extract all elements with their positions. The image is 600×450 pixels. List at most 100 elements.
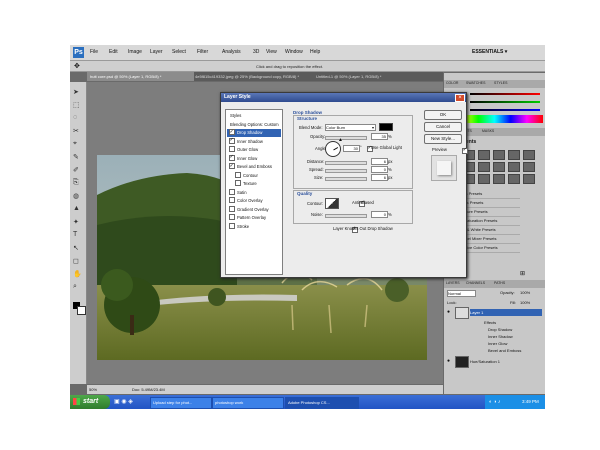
adjustment-1-5-icon[interactable]: [523, 162, 535, 172]
tool-15-icon[interactable]: ⌕: [73, 283, 77, 291]
red-slider[interactable]: [470, 93, 540, 95]
spread-slider[interactable]: [325, 169, 367, 173]
adjustment-0-4-icon[interactable]: [508, 150, 520, 160]
taskbar-item[interactable]: photoshop work: [212, 397, 284, 409]
size-input[interactable]: 6: [371, 174, 388, 181]
quick-launch-icons[interactable]: ▣ ◉ ◈: [114, 398, 133, 405]
panel-footer-icon[interactable]: ⊞: [520, 270, 525, 277]
style-checkbox[interactable]: [229, 214, 235, 221]
green-slider[interactable]: [470, 101, 540, 103]
distance-slider[interactable]: [325, 161, 367, 165]
adjustment-2-2-icon[interactable]: [478, 174, 490, 184]
angle-dial[interactable]: [325, 141, 341, 157]
tool-6-icon[interactable]: ✐: [73, 166, 79, 174]
style-item-styles[interactable]: Styles: [227, 112, 284, 120]
style-item-blending-options-custom[interactable]: Blending Options: Custom: [227, 121, 284, 129]
start-button[interactable]: start: [70, 395, 110, 409]
tool-12-icon[interactable]: ↖: [73, 244, 79, 252]
taskbar-item[interactable]: Adobe Photoshop CS...: [285, 397, 359, 409]
workspace-switcher[interactable]: ESSENTIALS ▾: [472, 49, 507, 55]
document-info[interactable]: Doc: 5.49M/23.4M: [132, 387, 165, 392]
move-tool-icon[interactable]: ✥: [74, 62, 80, 70]
layer-effect-item[interactable]: Drop Shadow: [488, 326, 542, 333]
style-checkbox[interactable]: [229, 162, 235, 170]
tool-9-icon[interactable]: ▲: [73, 205, 80, 212]
style-checkbox[interactable]: [235, 180, 241, 187]
style-item-gradient-overlay[interactable]: Gradient Overlay: [227, 205, 281, 214]
adjustment-1-2-icon[interactable]: [478, 162, 490, 172]
layer-opacity-value[interactable]: 100%: [520, 290, 530, 295]
adjustment-2-4-icon[interactable]: [508, 174, 520, 184]
menu-3d[interactable]: 3D: [253, 49, 259, 55]
tab-channels[interactable]: CHANNELS: [466, 281, 485, 285]
menu-filter[interactable]: Filter: [197, 49, 208, 55]
tool-0-icon[interactable]: ➤: [73, 88, 79, 96]
style-item-bevel-and-emboss[interactable]: Bevel and Emboss: [227, 162, 281, 171]
menu-help[interactable]: Help: [310, 49, 320, 55]
layer-row-hue-saturation[interactable]: Hue/Saturation 1: [470, 358, 542, 365]
fill-value[interactable]: 100%: [520, 300, 530, 305]
adjustment-1-4-icon[interactable]: [508, 162, 520, 172]
spread-input[interactable]: 0: [371, 166, 388, 173]
layer-row-layer-1[interactable]: Layer 1: [470, 309, 542, 316]
menu-window[interactable]: Window: [285, 49, 303, 55]
menu-analysis[interactable]: Analysis: [222, 49, 241, 55]
zoom-level[interactable]: 50%: [89, 387, 97, 392]
tool-8-icon[interactable]: ◍: [73, 192, 79, 200]
menu-edit[interactable]: Edit: [109, 49, 118, 55]
adjustment-1-3-icon[interactable]: [493, 162, 505, 172]
style-checkbox[interactable]: [229, 205, 235, 212]
tab-hutt-core[interactable]: hutt core.psd @ 50% (Layer 1, RGB/8) *: [87, 72, 194, 81]
noise-input[interactable]: 0: [371, 211, 388, 218]
tool-4-icon[interactable]: ⌖: [73, 140, 77, 148]
style-checkbox[interactable]: [235, 171, 241, 178]
layer-blend-mode[interactable]: Normal: [447, 290, 476, 297]
style-item-texture[interactable]: Texture: [227, 180, 287, 188]
tab-untitled-1[interactable]: Untitled-1 @ 50% (Layer 1, RGB/8) *: [313, 72, 446, 81]
tab-paths[interactable]: PATHS: [494, 281, 505, 285]
style-item-contour[interactable]: Contour: [227, 171, 287, 180]
tool-5-icon[interactable]: ✎: [73, 153, 79, 161]
style-checkbox[interactable]: [229, 128, 235, 136]
menu-view[interactable]: View: [266, 49, 277, 55]
tool-11-icon[interactable]: T: [73, 231, 77, 238]
style-item-inner-shadow[interactable]: Inner Shadow: [227, 136, 281, 146]
background-color-swatch[interactable]: [77, 306, 86, 315]
menu-layer[interactable]: Layer: [150, 49, 163, 55]
cancel-button[interactable]: Cancel: [424, 122, 462, 132]
style-checkbox[interactable]: [229, 153, 235, 161]
contour-picker[interactable]: [325, 198, 339, 209]
tool-13-icon[interactable]: ◻: [73, 257, 79, 265]
tool-7-icon[interactable]: ⎘: [73, 179, 79, 187]
dialog-close-button[interactable]: ×: [455, 94, 465, 102]
tab-styles[interactable]: STYLES: [494, 81, 507, 85]
opacity-slider[interactable]: [325, 136, 367, 140]
style-item-satin[interactable]: Satin: [227, 188, 281, 197]
adjustment-0-2-icon[interactable]: [478, 150, 490, 160]
adjustment-0-5-icon[interactable]: [523, 150, 535, 160]
style-checkbox[interactable]: [229, 136, 235, 144]
menu-image[interactable]: Image: [128, 49, 142, 55]
size-slider[interactable]: [325, 177, 367, 181]
shadow-color-swatch[interactable]: [379, 123, 393, 131]
tool-3-icon[interactable]: ✂: [73, 127, 79, 135]
style-checkbox[interactable]: [229, 188, 235, 195]
style-item-color-overlay[interactable]: Color Overlay: [227, 197, 281, 205]
tab-masks[interactable]: MASKS: [482, 129, 494, 133]
adjustment-0-3-icon[interactable]: [493, 150, 505, 160]
adjustment-2-3-icon[interactable]: [493, 174, 505, 184]
opacity-input[interactable]: 35: [371, 133, 388, 140]
style-item-drop-shadow[interactable]: Drop Shadow: [227, 128, 281, 137]
layer-effect-item[interactable]: Inner Glow: [488, 340, 542, 347]
style-checkbox[interactable]: [229, 222, 235, 229]
menu-file[interactable]: File: [90, 49, 98, 55]
style-item-stroke[interactable]: Stroke: [227, 222, 281, 231]
noise-slider[interactable]: [325, 214, 367, 218]
style-checkbox[interactable]: [229, 197, 235, 204]
taskbar-item[interactable]: Upload step for phot...: [150, 397, 212, 409]
new-style-button[interactable]: New Style...: [424, 134, 462, 144]
slider-thumb-icon[interactable]: ▲: [338, 137, 343, 143]
tool-10-icon[interactable]: ✦: [73, 218, 79, 226]
style-item-inner-glow[interactable]: Inner Glow: [227, 153, 281, 163]
tab-swatches[interactable]: SWATCHES: [466, 81, 485, 85]
